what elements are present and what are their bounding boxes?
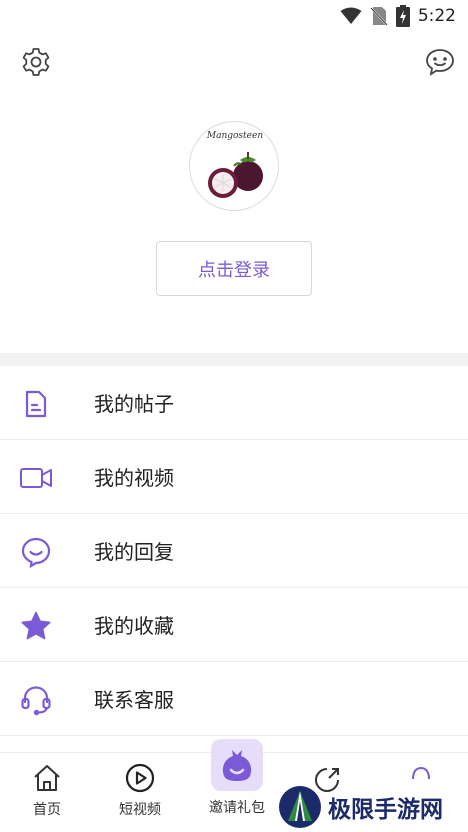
mangosteen-logo [208,152,263,198]
status-bar: 5:22 [0,0,468,32]
nav-home[interactable]: 首页 [0,763,94,829]
battery-icon [395,5,410,27]
video-camera-icon [20,468,52,488]
menu-item-my-posts[interactable]: 我的帖子 [0,366,468,440]
nav-label: 短视频 [119,802,161,818]
menu-item-my-favorites[interactable]: 我的收藏 [0,588,468,662]
menu-item-my-videos[interactable]: 我的视频 [0,440,468,514]
menu-item-label: 我的视频 [94,466,174,490]
watermark-logo-icon [279,786,321,828]
nav-invite-gift[interactable]: 邀请礼包 [200,739,274,817]
menu-item-label: 联系客服 [94,688,174,712]
menu-item-label: 我的帖子 [94,392,174,416]
reply-bubble-icon [21,537,51,568]
headset-icon [21,686,51,716]
no-sim-icon [370,7,388,26]
nav-short-video[interactable]: 短视频 [93,763,187,829]
menu-item-label: 我的回复 [94,540,174,564]
play-icon [125,763,155,793]
star-icon [21,611,51,640]
avatar[interactable]: Mangosteen [189,121,279,211]
nav-label: 首页 [33,802,61,818]
menu-list: 我的帖子 我的视频 我的回复 我的收藏 联系客服 [0,366,468,736]
chat-smile-icon[interactable] [424,46,456,78]
menu-item-customer-service[interactable]: 联系客服 [0,662,468,736]
document-icon [25,390,47,418]
home-icon [34,765,60,791]
login-button[interactable]: 点击登录 [156,241,312,296]
gift-bag-icon [222,750,252,781]
menu-item-my-replies[interactable]: 我的回复 [0,514,468,588]
gift-bag-badge [211,739,263,791]
gear-icon[interactable] [20,46,52,78]
section-divider [0,353,468,366]
watermark-text: 极限手游网 [328,797,443,823]
nav-label: 邀请礼包 [209,800,265,816]
wifi-icon [340,7,362,24]
status-time: 5:22 [417,6,456,26]
watermark: 极限手游网 [278,782,468,832]
menu-item-label: 我的收藏 [94,614,174,638]
